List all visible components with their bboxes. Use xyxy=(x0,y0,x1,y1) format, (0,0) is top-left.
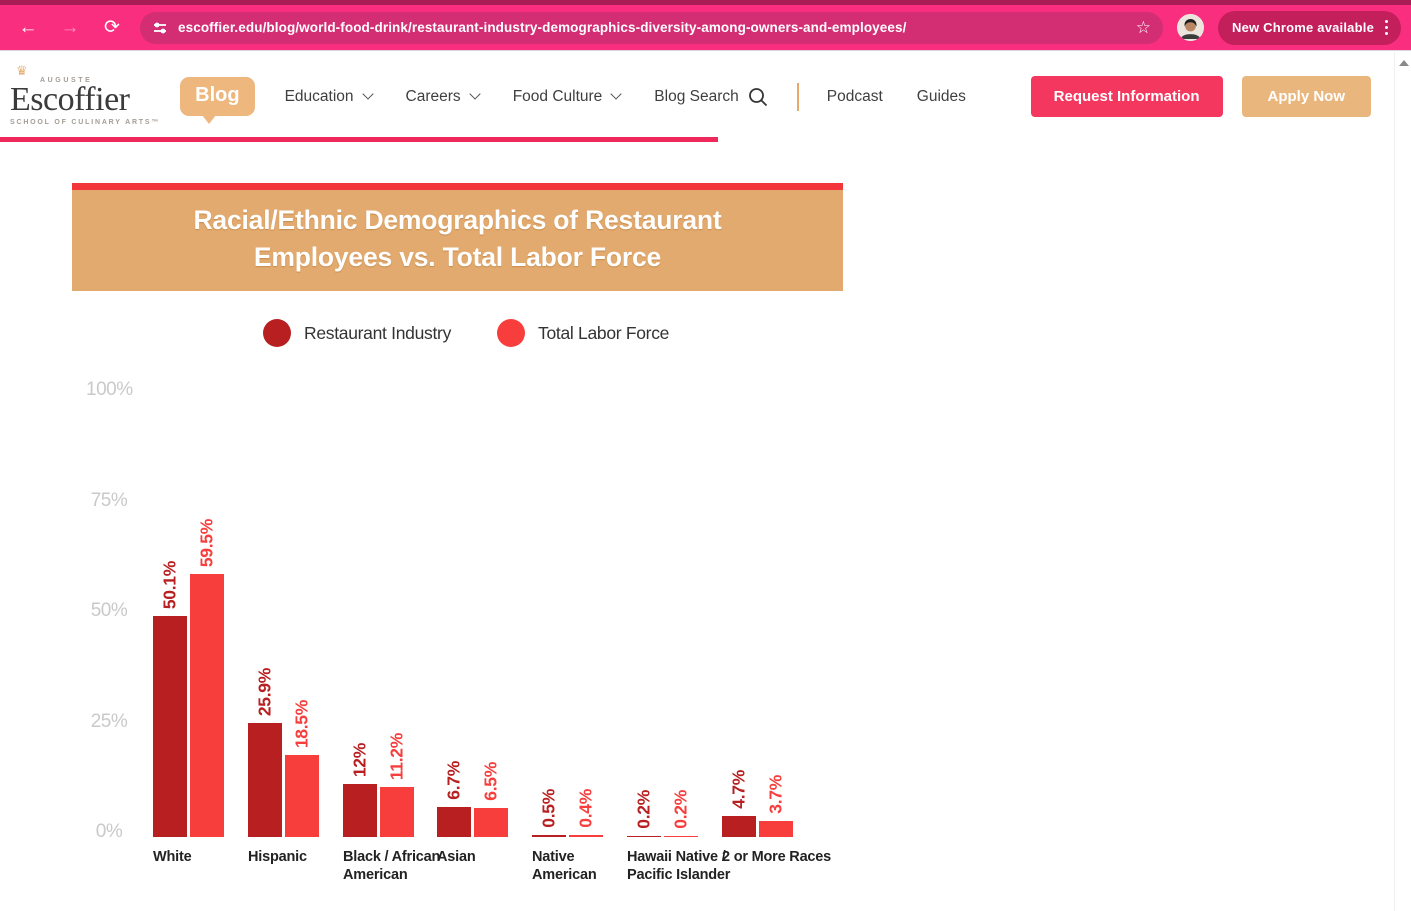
nav-item-careers[interactable]: Careers xyxy=(406,88,479,106)
bar: 59.5% xyxy=(190,574,224,837)
bar-group: 6.7%6.5%Asian xyxy=(437,807,508,837)
bar-group: 0.2%0.2%Hawaii Native /Pacific Islander xyxy=(627,836,698,837)
banner-red-strip xyxy=(72,183,843,190)
bar-value-label: 59.5% xyxy=(198,519,216,567)
demographics-chart: Racial/Ethnic Demographics of Restaurant… xyxy=(0,183,1411,837)
chart-title-line2: Employees vs. Total Labor Force xyxy=(82,239,833,276)
new-chrome-available-button[interactable]: New Chrome available xyxy=(1218,11,1401,45)
y-tick-label: 100% xyxy=(86,380,132,400)
chart-title-banner: Racial/Ethnic Demographics of Restaurant… xyxy=(72,183,843,291)
chevron-down-icon xyxy=(469,88,480,99)
header-accent-underline xyxy=(0,137,718,142)
bar-value-label: 6.5% xyxy=(482,762,500,801)
legend-label: Total Labor Force xyxy=(538,323,669,344)
chevron-down-icon xyxy=(611,88,622,99)
bar-value-label: 4.7% xyxy=(730,770,748,809)
bar-value-label: 3.7% xyxy=(767,775,785,814)
nav-label: Education xyxy=(285,88,354,106)
bar-value-label: 6.7% xyxy=(445,761,463,800)
y-tick-label: 75% xyxy=(86,491,132,511)
bar: 0.5% xyxy=(532,835,566,837)
bar-group: 50.1%59.5%White xyxy=(153,574,224,837)
url-text[interactable]: escoffier.edu/blog/world-food-drink/rest… xyxy=(178,20,1126,35)
nav-label: Guides xyxy=(917,88,966,106)
bar-value-label: 0.5% xyxy=(540,789,558,828)
legend-item: Restaurant Industry xyxy=(263,319,451,347)
blog-badge[interactable]: Blog xyxy=(180,77,254,116)
nav-label: Blog Search xyxy=(654,88,738,106)
y-tick-label: 0% xyxy=(86,822,132,842)
bar: 11.2% xyxy=(380,787,414,837)
bar: 6.7% xyxy=(437,807,471,837)
chart-plot: 0%25%50%75%100%50.1%59.5%White25.9%18.5%… xyxy=(0,387,1411,837)
refresh-icon[interactable]: ⟳ xyxy=(98,14,126,42)
nav-item-food-culture[interactable]: Food Culture xyxy=(513,88,621,106)
bar-group: 0.5%0.4%NativeAmerican xyxy=(532,835,603,837)
nav-label: Food Culture xyxy=(513,88,603,106)
y-tick-label: 25% xyxy=(86,712,132,732)
nav-divider xyxy=(797,83,799,111)
nav-item-education[interactable]: Education xyxy=(285,88,372,106)
bar: 0.2% xyxy=(664,836,698,837)
nav-label: Careers xyxy=(406,88,461,106)
bar: 6.5% xyxy=(474,808,508,837)
bar-value-label: 11.2% xyxy=(388,733,406,780)
legend-dot xyxy=(497,319,525,347)
escoffier-logo[interactable]: ♛ AUGUSTE Escoffier SCHOOL OF CULINARY A… xyxy=(10,67,160,125)
main-nav: Education Careers Food Culture Blog Sear… xyxy=(285,83,966,111)
bar-value-label: 0.2% xyxy=(672,790,690,829)
new-chrome-label: New Chrome available xyxy=(1232,20,1374,35)
bookmark-star-icon[interactable]: ☆ xyxy=(1136,18,1151,38)
bar-value-label: 0.4% xyxy=(577,789,595,828)
search-icon xyxy=(747,86,769,108)
category-label: 2 or More Races xyxy=(722,849,834,866)
bar: 50.1% xyxy=(153,616,187,837)
y-tick-label: 50% xyxy=(86,601,132,621)
logo-name-text: Escoffier xyxy=(10,84,160,116)
bar-group: 12%11.2%Black / AfricanAmerican xyxy=(343,784,414,837)
bar-value-label: 25.9% xyxy=(256,668,274,716)
bar-value-label: 18.5% xyxy=(293,700,311,748)
site-info-icon[interactable] xyxy=(152,20,168,36)
apply-now-button[interactable]: Apply Now xyxy=(1242,76,1372,117)
chart-title: Racial/Ethnic Demographics of Restaurant… xyxy=(72,190,843,291)
bar: 0.2% xyxy=(627,836,661,837)
nav-item-blog-search[interactable]: Blog Search xyxy=(654,86,768,108)
address-bar[interactable]: escoffier.edu/blog/world-food-drink/rest… xyxy=(140,12,1163,44)
bar-group: 4.7%3.7%2 or More Races xyxy=(722,816,793,837)
nav-item-podcast[interactable]: Podcast xyxy=(827,88,883,106)
bar-value-label: 50.1% xyxy=(161,561,179,609)
scroll-up-arrow-icon[interactable] xyxy=(1399,60,1409,66)
chevron-down-icon xyxy=(362,88,373,99)
bar-value-label: 0.2% xyxy=(635,790,653,829)
bar: 3.7% xyxy=(759,821,793,837)
nav-item-guides[interactable]: Guides xyxy=(917,88,966,106)
bar: 0.4% xyxy=(569,835,603,837)
forward-icon[interactable]: → xyxy=(56,14,84,42)
chart-legend: Restaurant Industry Total Labor Force xyxy=(263,319,1411,347)
logo-tagline-text: SCHOOL OF CULINARY ARTS™ xyxy=(10,119,160,126)
bar: 18.5% xyxy=(285,755,319,837)
legend-dot xyxy=(263,319,291,347)
bar-group: 25.9%18.5%Hispanic xyxy=(248,723,319,837)
back-icon[interactable]: ← xyxy=(14,14,42,42)
legend-item: Total Labor Force xyxy=(497,319,669,347)
browser-menu-icon[interactable] xyxy=(1382,20,1391,35)
crown-icon: ♛ xyxy=(16,63,28,79)
browser-chrome: ← → ⟳ escoffier.edu/blog/world-food-drin… xyxy=(0,0,1411,51)
bar-value-label: 12% xyxy=(351,743,369,777)
request-information-button[interactable]: Request Information xyxy=(1031,76,1223,117)
legend-label: Restaurant Industry xyxy=(304,323,451,344)
bar: 12% xyxy=(343,784,377,837)
chart-title-line1: Racial/Ethnic Demographics of Restaurant xyxy=(82,202,833,239)
browser-toolbar: ← → ⟳ escoffier.edu/blog/world-food-drin… xyxy=(0,5,1411,51)
bar: 25.9% xyxy=(248,723,282,837)
page-scrollbar[interactable] xyxy=(1394,52,1411,911)
profile-avatar[interactable] xyxy=(1177,14,1204,41)
site-header: ♛ AUGUSTE Escoffier SCHOOL OF CULINARY A… xyxy=(0,51,1411,142)
bar: 4.7% xyxy=(722,816,756,837)
nav-label: Podcast xyxy=(827,88,883,106)
